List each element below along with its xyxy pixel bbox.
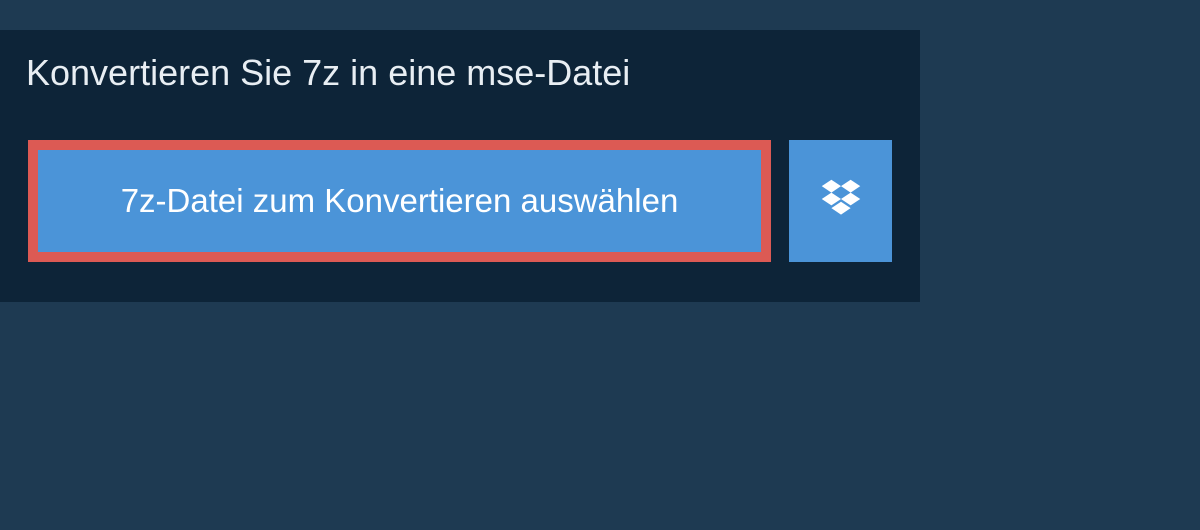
select-file-button[interactable]: 7z-Datei zum Konvertieren auswählen: [28, 140, 771, 262]
page-title: Konvertieren Sie 7z in eine mse-Datei: [0, 30, 770, 116]
dropbox-icon: [819, 177, 863, 226]
dropbox-button[interactable]: [789, 140, 892, 262]
converter-panel: Konvertieren Sie 7z in eine mse-Datei 7z…: [0, 30, 920, 302]
select-file-button-label: 7z-Datei zum Konvertieren auswählen: [121, 182, 679, 220]
button-row: 7z-Datei zum Konvertieren auswählen: [0, 116, 920, 302]
